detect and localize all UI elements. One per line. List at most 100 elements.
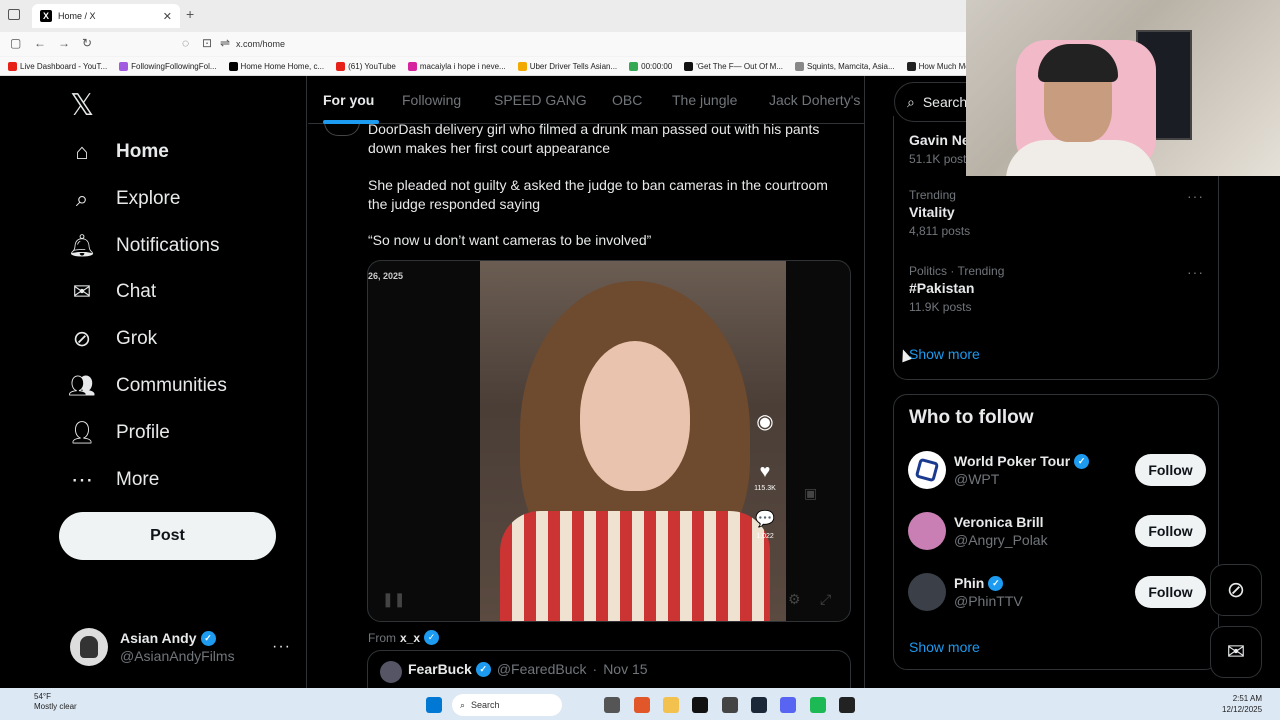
bookmark-item[interactable]: macaiyla i hope i neve... (407, 61, 506, 71)
spotify-icon[interactable] (810, 697, 826, 713)
from-account[interactable]: x_x (400, 631, 420, 645)
follow-suggestion[interactable]: Veronica Brill @Angry_Polak Follow (908, 512, 1206, 550)
settings-icon[interactable]: ⚙ (788, 591, 801, 608)
tab-speed-gang[interactable]: SPEED GANG (494, 92, 587, 108)
nav-item-label: Communities (116, 375, 227, 396)
nav-item-home[interactable]: ⌂ Home (68, 138, 168, 166)
forward-icon[interactable]: → (58, 36, 70, 50)
main-feed: For you Following SPEED GANG OBC The jun… (308, 76, 865, 688)
trend-more-icon[interactable]: ··· (1187, 188, 1204, 204)
bookmark-favicon-icon (517, 61, 527, 71)
steam-icon[interactable] (751, 697, 767, 713)
tab-the-jungle[interactable]: The jungle (672, 92, 737, 108)
reload-icon[interactable]: ↻ (82, 36, 92, 50)
video-frame (480, 261, 786, 621)
trends-show-more-link[interactable]: Show more (909, 346, 980, 362)
nav-item-more[interactable]: ⋯ More (68, 466, 159, 494)
follow-button[interactable]: Follow (1135, 515, 1206, 547)
bookmark-favicon-icon (407, 61, 417, 71)
nav-item-explore[interactable]: ⌕ Explore (68, 185, 181, 213)
grok-icon: ⊘ (72, 326, 92, 352)
task-view-icon[interactable] (604, 697, 620, 713)
follow-button[interactable]: Follow (1135, 576, 1206, 608)
from-attribution[interactable]: From x_x ✓ (368, 630, 440, 645)
shield-icon[interactable]: ◌ (182, 36, 189, 50)
tweet-video[interactable]: 26, 2025 ◉ ♥ 115.3K 💬 1,022 ▣ ❚❚ ⚙ ⤢ (367, 260, 851, 622)
messages-float-button[interactable]: ✉ (1210, 626, 1262, 678)
tab-actions-icon[interactable] (8, 9, 20, 20)
follow-button[interactable]: Follow (1135, 454, 1206, 486)
tab-for-you[interactable]: For you (323, 92, 374, 108)
follow-show-more-link[interactable]: Show more (909, 639, 980, 655)
video-comments: 1,022 (756, 533, 774, 540)
x-logo-icon[interactable]: 𝕏 (70, 88, 94, 123)
follow-suggestion[interactable]: Phin ✓ @PhinTTV Follow (908, 573, 1206, 611)
avatar (70, 628, 108, 666)
bookmark-item[interactable]: 00:00:00 (629, 61, 672, 71)
bookmark-item[interactable]: Home Home Home, c... (228, 61, 324, 71)
trend-item[interactable]: Gavin Ne 51.1K posts (909, 130, 972, 166)
from-label: From (368, 630, 396, 645)
bookmark-label: Live Dashboard - YouT... (20, 61, 108, 71)
avatar (908, 512, 946, 550)
grok-float-button[interactable]: ⊘ (1210, 564, 1262, 616)
quote-tweet[interactable]: FearBuck ✓ @FearedBuck · Nov 15 (367, 650, 851, 688)
bookmark-item[interactable]: (61) YouTube (336, 61, 396, 71)
account-more-icon[interactable]: ··· (272, 638, 291, 656)
tab-jack-dohertys[interactable]: Jack Doherty's (769, 92, 860, 108)
tweet-avatar[interactable] (324, 122, 360, 136)
taskbar-search[interactable]: ⌕ Search (452, 694, 562, 716)
follow-suggestion[interactable]: World Poker Tour ✓ @WPT Follow (908, 451, 1206, 489)
tab-title: Home / X (58, 11, 96, 21)
more-circle-icon: ⋯ (71, 466, 93, 492)
site-info-icon[interactable]: ⇌ (220, 36, 230, 50)
search-icon: ⌕ (460, 699, 466, 710)
sidebar-toggle-icon[interactable]: ▢ (10, 36, 21, 50)
x-favicon-icon: X (40, 10, 52, 22)
nav-item-grok[interactable]: ⊘ Grok (68, 325, 157, 353)
tab-following[interactable]: Following (402, 92, 461, 108)
weather-widget[interactable]: 54°F Mostly clear (14, 692, 77, 712)
obs-icon[interactable] (722, 697, 738, 713)
tweet-text-1: DoorDash delivery girl who filmed a drun… (368, 121, 820, 156)
url-text[interactable]: x.com/home (236, 39, 285, 49)
bookmark-item[interactable]: 'Get The F— Out Of M... (684, 61, 783, 71)
discord-icon[interactable] (780, 697, 796, 713)
post-button[interactable]: Post (59, 512, 276, 560)
system-clock[interactable]: 2:51 AM 12/12/2025 (1222, 693, 1262, 715)
nav-item-chat[interactable]: ✉ Chat (68, 278, 156, 306)
back-icon[interactable]: ← (34, 36, 46, 50)
bell-icon: 🔔︎ (68, 232, 96, 258)
nav-item-label: More (116, 468, 160, 490)
browser-tab[interactable]: X Home / X ✕ (32, 4, 180, 28)
search-icon: ⌕ (75, 185, 89, 211)
tab-obc[interactable]: OBC (612, 92, 642, 108)
bookmark-item[interactable]: Uber Driver Tells Asian... (517, 61, 617, 71)
bookmark-item[interactable]: Live Dashboard - YouT... (8, 61, 108, 71)
media-icon[interactable]: ▣ (804, 485, 817, 502)
x-app-icon[interactable] (692, 697, 708, 713)
fullscreen-icon[interactable]: ⤢ (820, 591, 831, 608)
nav-item-notifications[interactable]: 🔔︎ Notifications (68, 232, 219, 260)
account-handle: @AsianAndyFilms (120, 648, 235, 664)
trend-count: 51.1K posts (909, 152, 973, 166)
trend-item[interactable]: Trending Vitality 4,811 posts (909, 188, 970, 238)
account-switcher[interactable]: Asian Andy ✓ @AsianAndyFilms (70, 628, 235, 666)
file-explorer-icon[interactable] (663, 697, 679, 713)
bookmark-favicon-icon (228, 61, 238, 71)
bookmark-label: (61) YouTube (348, 61, 396, 71)
pause-icon[interactable]: ❚❚ (382, 591, 405, 608)
bookmark-item[interactable]: FollowingFollowingFol... (119, 61, 217, 71)
bookmark-item[interactable]: Squints, Mamcita, Asia... (795, 61, 895, 71)
notion-icon[interactable] (839, 697, 855, 713)
trend-item[interactable]: Politics · Trending #Pakistan 11.9K post… (909, 264, 1004, 314)
nav-item-profile[interactable]: 👤︎ Profile (68, 419, 170, 447)
firefox-icon[interactable] (634, 697, 650, 713)
new-tab-icon[interactable]: + (186, 6, 194, 22)
windows-start-icon[interactable] (426, 697, 442, 713)
close-tab-icon[interactable]: ✕ (163, 10, 172, 23)
nav-item-communities[interactable]: 👥︎ Communities (68, 372, 227, 400)
tweet-text-3: “So now u don’t want cameras to be invol… (368, 232, 652, 248)
trend-more-icon[interactable]: ··· (1187, 264, 1204, 280)
trend-category: Trending (909, 188, 956, 202)
